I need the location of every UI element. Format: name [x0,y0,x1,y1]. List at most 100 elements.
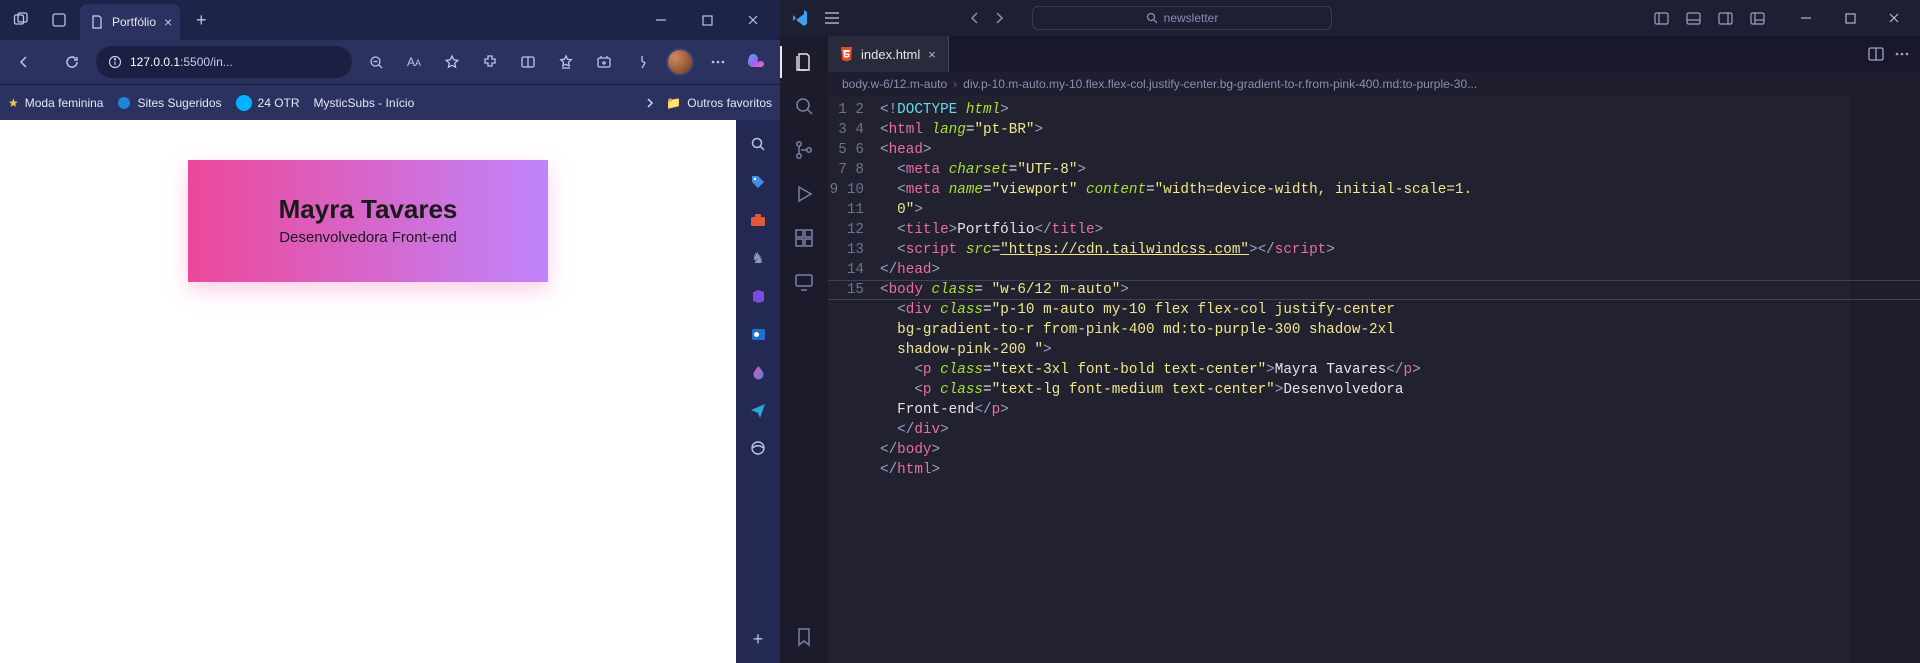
edge-titlebar: Portfólio × + [0,0,780,40]
bookmarks-bar: ★Moda feminina Sites Sugeridos 24 OTR My… [0,84,780,120]
browser-essentials-icon[interactable] [624,44,660,80]
address-bar[interactable]: 127.0.0.1:5500/in... [96,46,352,78]
hero-card: Mayra Tavares Desenvolvedora Front-end [188,160,548,282]
favorite-icon[interactable] [434,44,470,80]
bookmark-sites[interactable]: Sites Sugeridos [117,96,221,110]
close-window-button[interactable] [730,0,776,40]
bookmark-label: MysticSubs - Início [314,96,415,110]
search-icon[interactable] [744,130,772,158]
sidebar-add-button[interactable]: + [744,625,772,653]
vscode-logo-icon [784,9,816,27]
code-editor[interactable]: 1 2 3 4 5 6 7 8 9 10 11 12 13 14 15 <!DO… [828,96,1920,663]
browser-tab-active[interactable]: Portfólio × [80,4,180,40]
search-placeholder: newsletter [1164,11,1219,25]
browser-tab-title: Portfólio [112,15,156,29]
editor-tabs: index.html × [828,36,1920,72]
minimize-button[interactable] [1784,0,1828,36]
hero-title: Mayra Tavares [198,194,538,225]
copilot-icon[interactable] [738,44,774,80]
search-icon [1146,12,1158,24]
bookmark-label: 24 OTR [258,96,300,110]
edge-circle-icon[interactable] [744,434,772,462]
read-aloud-icon[interactable]: AA [396,44,432,80]
hamburger-menu-icon[interactable] [824,12,840,24]
editor-tab-index[interactable]: index.html × [828,36,949,72]
otr-icon [236,95,252,111]
info-icon [108,55,122,69]
extensions-icon[interactable] [472,44,508,80]
line-gutter: 1 2 3 4 5 6 7 8 9 10 11 12 13 14 15 [828,96,874,663]
outlook-icon[interactable] [744,320,772,348]
vscode-window: newsletter [780,0,1920,663]
edge-browser: Portfólio × + 127.0.0.1:5500/in... [0,0,780,663]
close-window-button[interactable] [1872,0,1916,36]
edge-sidebar: ♞ + [736,120,780,663]
bookmark-icon[interactable] [790,623,818,651]
address-host: 127.0.0.1 [130,55,180,69]
bookmark-moda[interactable]: ★Moda feminina [8,96,103,110]
bookmark-otr[interactable]: 24 OTR [236,95,300,111]
more-button[interactable] [700,44,736,80]
customize-layout-icon[interactable] [1744,5,1770,31]
history-forward-icon[interactable] [992,11,1006,25]
breadcrumb-seg: div.p-10.m-auto.my-10.flex.flex-col.just… [963,77,1477,91]
breadcrumb-seg: body.w-6/12.m-auto [842,77,947,91]
vscode-titlebar: newsletter [780,0,1920,36]
workspaces-icon[interactable] [42,3,76,37]
source-control-icon[interactable] [790,136,818,164]
run-debug-icon[interactable] [790,180,818,208]
edge-window-controls [638,0,776,40]
folder-icon: 📁 [666,96,681,110]
history-back-icon[interactable] [968,11,982,25]
minimap[interactable] [1850,96,1920,663]
chevron-right-icon[interactable] [644,97,656,109]
page-icon [90,15,104,29]
more-actions-icon[interactable] [1894,52,1910,56]
edge-toolbar: 127.0.0.1:5500/in... AA [0,40,780,84]
minimize-button[interactable] [638,0,684,40]
bookmark-mystic[interactable]: MysticSubs - Início [314,96,415,110]
search-panel-icon[interactable] [790,92,818,120]
profile-avatar[interactable] [662,44,698,80]
activity-bar [780,36,828,663]
games-icon[interactable]: ♞ [744,244,772,272]
bookmark-label: Sites Sugeridos [137,96,221,110]
star-icon: ★ [8,96,19,110]
vscode-window-controls [1784,0,1916,36]
close-icon[interactable]: × [164,14,172,30]
toolbox-icon[interactable] [744,206,772,234]
shopping-tag-icon[interactable] [744,168,772,196]
address-rest: :5500/in... [180,55,233,69]
remote-icon[interactable] [790,268,818,296]
breadcrumb[interactable]: body.w-6/12.m-auto › div.p-10.m-auto.my-… [828,72,1920,96]
code-area[interactable]: <!DOCTYPE html> <html lang="pt-BR"> <hea… [874,96,1850,663]
bookmark-folder-outros[interactable]: 📁 Outros favoritos [666,96,772,110]
chevron-right-icon: › [953,77,957,91]
edge-logo-icon [117,96,131,110]
layout-sidebar-right-icon[interactable] [1712,5,1738,31]
new-tab-button[interactable]: + [184,10,218,31]
send-icon[interactable] [744,396,772,424]
maximize-button[interactable] [1828,0,1872,36]
close-icon[interactable]: × [928,47,936,62]
tabs-overview-icon[interactable] [4,3,38,37]
refresh-button[interactable] [54,44,90,80]
m365-icon[interactable] [744,282,772,310]
command-center-search[interactable]: newsletter [1032,6,1332,30]
extensions-panel-icon[interactable] [790,224,818,252]
zoom-out-icon[interactable] [358,44,394,80]
back-button[interactable] [6,44,42,80]
maximize-button[interactable] [684,0,730,40]
bookmark-label: Outros favoritos [687,96,772,110]
editor-tab-label: index.html [861,47,920,62]
layout-sidebar-left-icon[interactable] [1648,5,1674,31]
favorites-list-icon[interactable] [548,44,584,80]
explorer-icon[interactable] [790,48,818,76]
page-viewport: Mayra Tavares Desenvolvedora Front-end [0,120,736,663]
html5-icon [840,47,853,62]
layout-panel-bottom-icon[interactable] [1680,5,1706,31]
collections-icon[interactable] [586,44,622,80]
split-screen-icon[interactable] [510,44,546,80]
split-editor-icon[interactable] [1868,47,1884,61]
drop-icon[interactable] [744,358,772,386]
